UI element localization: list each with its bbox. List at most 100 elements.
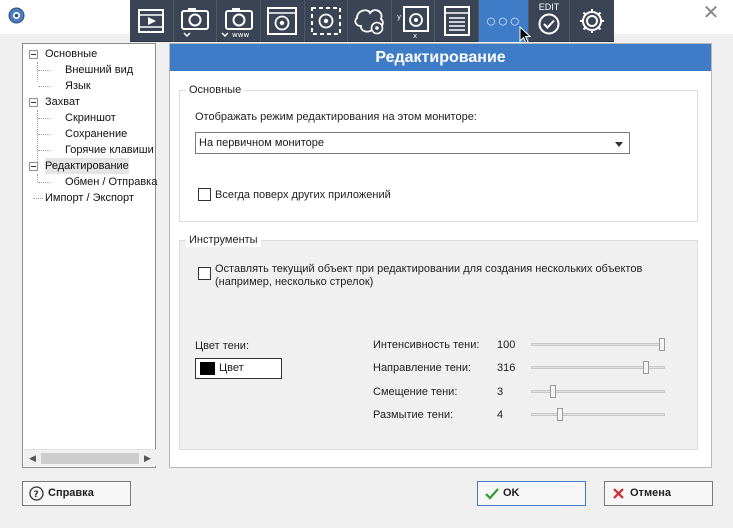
region-capture-icon xyxy=(310,7,341,35)
slider-thumb[interactable] xyxy=(659,338,665,351)
freehand-capture-button[interactable] xyxy=(348,0,392,42)
basic-settings-group: Основные Отображать режим редактирования… xyxy=(179,83,698,222)
settings-tree[interactable]: Основные Внешний вид Язык Захват Скриншо… xyxy=(22,43,157,468)
fixed-size-capture-icon: y x xyxy=(397,6,430,39)
help-button[interactable]: ? Справка xyxy=(22,481,131,506)
monitor-select[interactable]: На первичном мониторе xyxy=(195,132,630,154)
tree-item-label: Импорт / Экспорт xyxy=(45,192,134,204)
tree-item-saving[interactable]: Сохранение xyxy=(65,126,127,142)
tree-connector xyxy=(37,174,38,182)
window-capture-button[interactable] xyxy=(261,0,305,42)
slider-thumb[interactable] xyxy=(550,385,556,398)
tree-connector xyxy=(38,182,50,183)
tree-item-label: Скриншот xyxy=(65,112,116,124)
shadow-blur-label: Размытие тени: xyxy=(373,409,454,421)
more-options-icon: ○○○ xyxy=(485,11,522,31)
camera-capture-icon xyxy=(180,8,209,38)
settings-button[interactable] xyxy=(570,0,614,42)
edit-label: EDIT xyxy=(538,2,560,12)
chevron-down-icon xyxy=(615,142,623,147)
shadow-intensity-label: Интенсивность тени: xyxy=(373,339,480,351)
help-button-label: Справка xyxy=(48,487,94,499)
always-on-top-label: Всегда поверх других приложений xyxy=(215,189,391,201)
camera-www-capture-button[interactable]: www xyxy=(217,0,261,42)
collapse-icon[interactable] xyxy=(29,50,38,59)
always-on-top-checkbox[interactable] xyxy=(198,188,211,201)
scrolling-capture-button[interactable] xyxy=(435,0,480,42)
scroll-left-icon[interactable]: ◀ xyxy=(24,450,41,467)
shadow-offset-value: 3 xyxy=(497,386,504,398)
color-button-label: Цвет xyxy=(219,362,244,374)
slider-track xyxy=(531,343,665,346)
shadow-intensity-slider[interactable] xyxy=(531,338,665,351)
tree-horizontal-scrollbar[interactable]: ◀ ▶ xyxy=(24,449,156,466)
slider-thumb[interactable] xyxy=(557,408,563,421)
shadow-color-label: Цвет тени: xyxy=(195,340,250,352)
fixed-size-capture-button[interactable]: y x xyxy=(392,0,436,42)
close-window-button[interactable]: ✕ xyxy=(697,2,725,24)
collapse-icon[interactable] xyxy=(29,98,38,107)
tree-connector xyxy=(37,62,38,82)
scroll-right-icon[interactable]: ▶ xyxy=(139,450,156,467)
cancel-button[interactable]: Отмена xyxy=(604,481,713,506)
settings-window: ✕ www y x ○○○ EDIT Основные Внешний вид … xyxy=(0,0,733,528)
help-icon: ? xyxy=(29,486,44,501)
color-swatch xyxy=(200,362,215,375)
shadow-offset-slider[interactable] xyxy=(531,385,665,398)
panel-title: Редактирование xyxy=(170,44,711,71)
tree-item-label: Захват xyxy=(45,96,80,108)
tree-item-label: Внешний вид xyxy=(65,64,134,76)
tree-item-sharing[interactable]: Обмен / Отправка xyxy=(65,174,157,190)
tree-item-label: Язык xyxy=(65,80,91,92)
shadow-blur-value: 4 xyxy=(497,409,504,421)
settings-gear-icon xyxy=(580,9,605,33)
tree-item-appearance[interactable]: Внешний вид xyxy=(65,62,133,78)
shadow-color-button[interactable]: Цвет xyxy=(195,358,282,379)
tree-connector xyxy=(33,198,43,199)
app-logo-icon xyxy=(8,7,25,24)
ok-button[interactable]: OK xyxy=(477,481,586,506)
edit-check-icon xyxy=(538,13,560,35)
monitor-label: Отображать режим редактирования на этом … xyxy=(195,111,477,123)
edit-mode-button[interactable]: EDIT xyxy=(529,0,571,42)
slider-thumb[interactable] xyxy=(643,361,649,374)
tree-item-label: Редактирование xyxy=(45,158,129,174)
tree-connector xyxy=(38,70,50,71)
video-capture-button[interactable] xyxy=(130,0,174,42)
monitor-select-value: На первичном мониторе xyxy=(199,137,325,149)
scrolling-capture-icon xyxy=(443,6,470,36)
svg-text:www: www xyxy=(232,31,249,39)
tree-connector xyxy=(38,86,50,87)
keep-object-label-line2: (например, несколько стрелок) xyxy=(215,276,374,288)
tree-item-hotkeys[interactable]: Горячие клавиши xyxy=(65,142,154,158)
tree-item-language[interactable]: Язык xyxy=(65,78,91,94)
keep-object-checkbox[interactable] xyxy=(198,267,211,280)
camera-capture-button[interactable] xyxy=(174,0,218,42)
tree-item-label: Основные xyxy=(45,48,98,60)
scrollbar-thumb[interactable] xyxy=(41,453,139,464)
tools-group: Инструменты Оставлять текущий объект при… xyxy=(179,233,698,450)
freehand-capture-icon xyxy=(353,9,384,35)
ok-button-label: OK xyxy=(503,487,520,499)
tree-item-screenshot[interactable]: Скриншот xyxy=(65,110,116,126)
cancel-x-icon xyxy=(613,488,624,499)
shadow-direction-value: 316 xyxy=(497,362,516,374)
keep-object-label-line1: Оставлять текущий объект при редактирова… xyxy=(215,263,643,275)
tree-item-label: Обмен / Отправка xyxy=(65,176,158,188)
tree-item-label: Горячие клавиши xyxy=(65,144,154,156)
tree-item-import-export[interactable]: Импорт / Экспорт xyxy=(45,190,134,206)
shadow-direction-label: Направление тени: xyxy=(373,362,472,374)
slider-track xyxy=(531,413,665,416)
shadow-blur-slider[interactable] xyxy=(531,408,665,421)
collapse-icon[interactable] xyxy=(29,162,38,171)
window-capture-icon xyxy=(267,7,298,35)
region-capture-button[interactable] xyxy=(305,0,349,42)
capture-toolbar: www y x ○○○ EDIT xyxy=(130,0,614,42)
cancel-button-label: Отмена xyxy=(630,487,671,499)
shadow-offset-label: Смещение тени: xyxy=(373,386,458,398)
shadow-intensity-value: 100 xyxy=(497,339,516,351)
checkmark-icon xyxy=(485,488,499,500)
shadow-direction-slider[interactable] xyxy=(531,361,665,374)
camera-www-capture-icon: www xyxy=(221,8,253,39)
tree-connector xyxy=(38,150,50,151)
